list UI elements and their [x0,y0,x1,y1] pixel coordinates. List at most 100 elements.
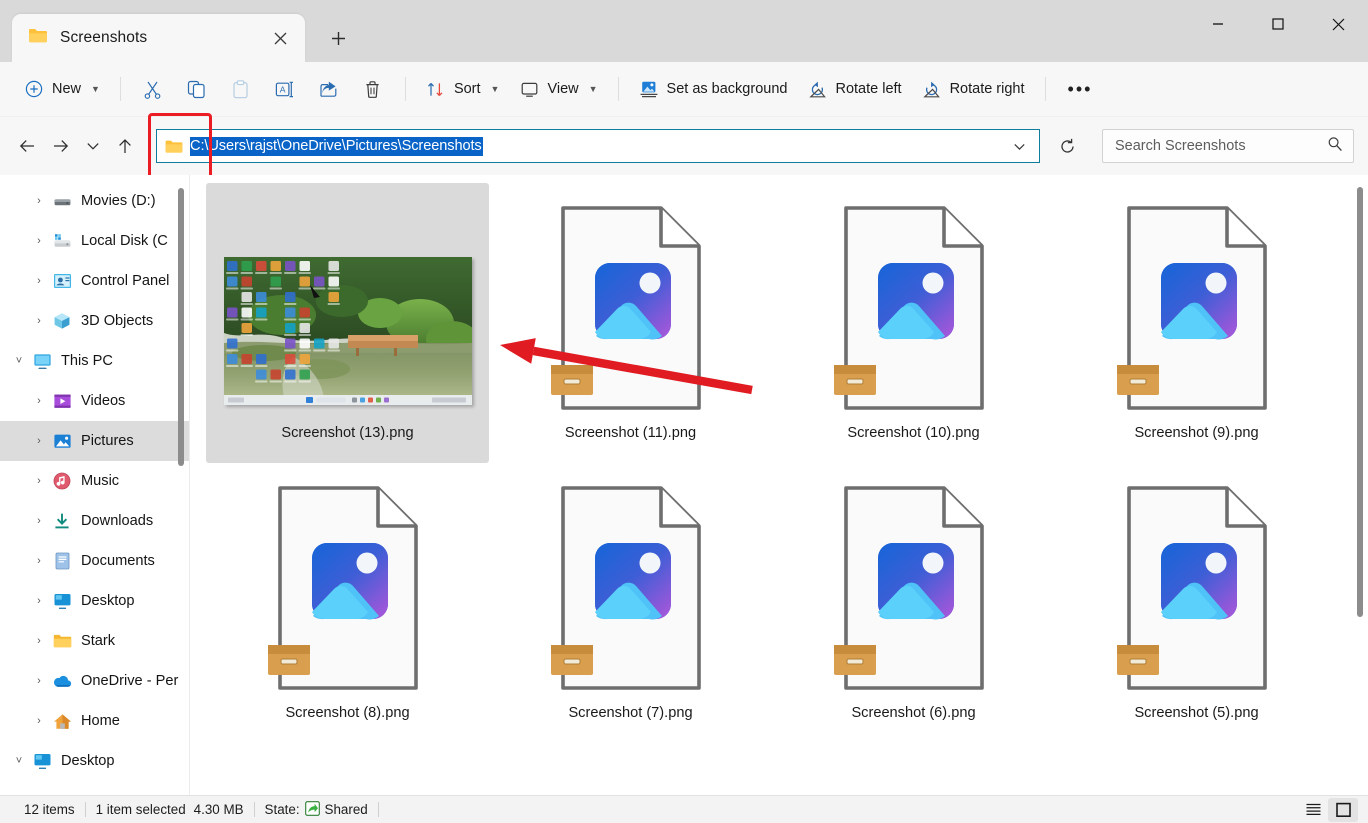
rotate-left-label: Rotate left [835,81,901,97]
sidebar-item-desktop[interactable]: › Desktop [0,581,189,621]
sidebar-item-3d-objects[interactable]: › 3D Objects [0,301,189,341]
chevron-right-icon[interactable]: › [28,475,50,487]
chevron-right-icon[interactable]: › [28,195,50,207]
sidebar-item-label: Documents [81,553,155,569]
file-item[interactable]: Screenshot (7).png [489,463,772,743]
chevron-down-icon: ▼ [491,84,500,94]
more-options-button[interactable]: ••• [1056,71,1105,107]
svg-text:A: A [280,84,286,94]
up-button[interactable] [108,129,142,163]
file-item[interactable]: Screenshot (10).png [772,183,1055,463]
sidebar-item-this-pc[interactable]: ˅ This PC [0,341,189,381]
chevron-right-icon[interactable]: › [28,435,50,447]
chevron-right-icon[interactable]: › [28,275,50,287]
rotate-right-icon [922,79,942,99]
pictures-icon [50,433,74,450]
sidebar-item-label: This PC [61,353,113,369]
sidebar-item-desktop[interactable]: ˅ Desktop [0,741,189,781]
file-item[interactable]: Screenshot (5).png [1055,463,1338,743]
view-button[interactable]: View ▼ [509,71,607,107]
rename-button[interactable]: A [263,71,307,107]
chevron-right-icon[interactable]: › [28,675,50,687]
address-path-text: C:\Users\rajst\OneDrive\Pictures\Screens… [190,137,483,156]
paste-icon [231,79,251,99]
sidebar-item-label: Home [81,713,120,729]
sidebar-item-music[interactable]: › Music [0,461,189,501]
back-button[interactable] [10,129,44,163]
folder-icon [165,139,183,154]
close-icon[interactable] [265,23,295,53]
rotate-right-button[interactable]: Rotate right [912,71,1035,107]
file-item[interactable]: Screenshot (8).png [206,463,489,743]
chevron-down-icon: ▼ [589,84,598,94]
desktop-screenshot-thumbnail [206,189,489,429]
sort-button[interactable]: Sort ▼ [416,71,510,107]
chevron-right-icon[interactable]: › [28,635,50,647]
state-label: State: [265,802,300,817]
new-button-label: New [52,81,81,97]
address-dropdown-button[interactable] [1000,129,1040,163]
file-item[interactable]: Screenshot (9).png [1055,183,1338,463]
sidebar-item-home[interactable]: › Home [0,701,189,741]
chevron-right-icon[interactable]: › [28,555,50,567]
home-icon [50,713,74,730]
trash-icon [363,79,383,99]
window-controls [1188,0,1368,48]
refresh-button[interactable] [1048,129,1086,163]
new-button[interactable]: New ▼ [14,71,110,107]
sidebar-scrollbar-thumb[interactable] [178,188,184,466]
chevron-right-icon[interactable]: › [28,395,50,407]
sidebar-item-control-panel[interactable]: › Control Panel [0,261,189,301]
forward-button[interactable] [44,129,78,163]
share-icon [319,79,339,99]
sidebar-item-downloads[interactable]: › Downloads [0,501,189,541]
chevron-right-icon[interactable]: › [28,515,50,527]
chevron-right-icon[interactable]: › [28,235,50,247]
chevron-down-icon[interactable]: ˅ [8,755,30,767]
shared-icon [305,801,320,819]
sidebar-item-stark[interactable]: › Stark [0,621,189,661]
file-item[interactable]: Screenshot (13).png [206,183,489,463]
sidebar-item-label: Stark [81,633,115,649]
content-scrollbar-thumb[interactable] [1357,187,1363,617]
set-as-background-button[interactable]: Set as background [629,71,798,107]
address-bar-wrapper: C:\Users\rajst\OneDrive\Pictures\Screens… [156,129,1040,163]
chevron-right-icon[interactable]: › [28,715,50,727]
sidebar-item-onedrive-per[interactable]: › OneDrive - Per [0,661,189,701]
sidebar-item-documents[interactable]: › Documents [0,541,189,581]
tab-title: Screenshots [60,29,265,47]
chevron-down-icon[interactable]: ˅ [8,355,30,367]
sidebar-item-videos[interactable]: › Videos [0,381,189,421]
tab-screenshots[interactable]: Screenshots [12,14,305,62]
folder-icon [28,27,48,49]
file-list-pane[interactable]: Screenshot (13).png Screenshot (11).png [190,175,1368,795]
close-window-button[interactable] [1308,0,1368,48]
onedrive-icon [50,673,74,689]
sidebar-item-label: Downloads [81,513,153,529]
sidebar-item-movies-d[interactable]: › Movies (D:) [0,181,189,221]
large-icons-view-button[interactable] [1328,798,1358,822]
minimize-button[interactable] [1188,0,1248,48]
share-button[interactable] [307,71,351,107]
search-input[interactable]: Search Screenshots [1102,129,1354,163]
chevron-down-icon: ▼ [91,84,100,94]
copy-button[interactable] [175,71,219,107]
png-file-icon [772,189,1055,429]
recent-locations-button[interactable] [78,129,108,163]
file-item[interactable]: Screenshot (11).png [489,183,772,463]
delete-button[interactable] [351,71,395,107]
maximize-button[interactable] [1248,0,1308,48]
sidebar-item-local-disk-c[interactable]: › Local Disk (C [0,221,189,261]
details-view-button[interactable] [1298,798,1328,822]
address-input[interactable]: C:\Users\rajst\OneDrive\Pictures\Screens… [156,129,1000,163]
new-tab-button[interactable] [319,19,357,57]
chevron-right-icon[interactable]: › [28,315,50,327]
rotate-right-label: Rotate right [950,81,1025,97]
chevron-right-icon[interactable]: › [28,595,50,607]
png-file-icon [1115,485,1278,693]
rotate-left-button[interactable]: Rotate left [797,71,911,107]
file-item[interactable]: Screenshot (6).png [772,463,1055,743]
sidebar-item-pictures[interactable]: › Pictures [0,421,189,461]
search-placeholder: Search Screenshots [1115,138,1327,154]
cut-button[interactable] [131,71,175,107]
